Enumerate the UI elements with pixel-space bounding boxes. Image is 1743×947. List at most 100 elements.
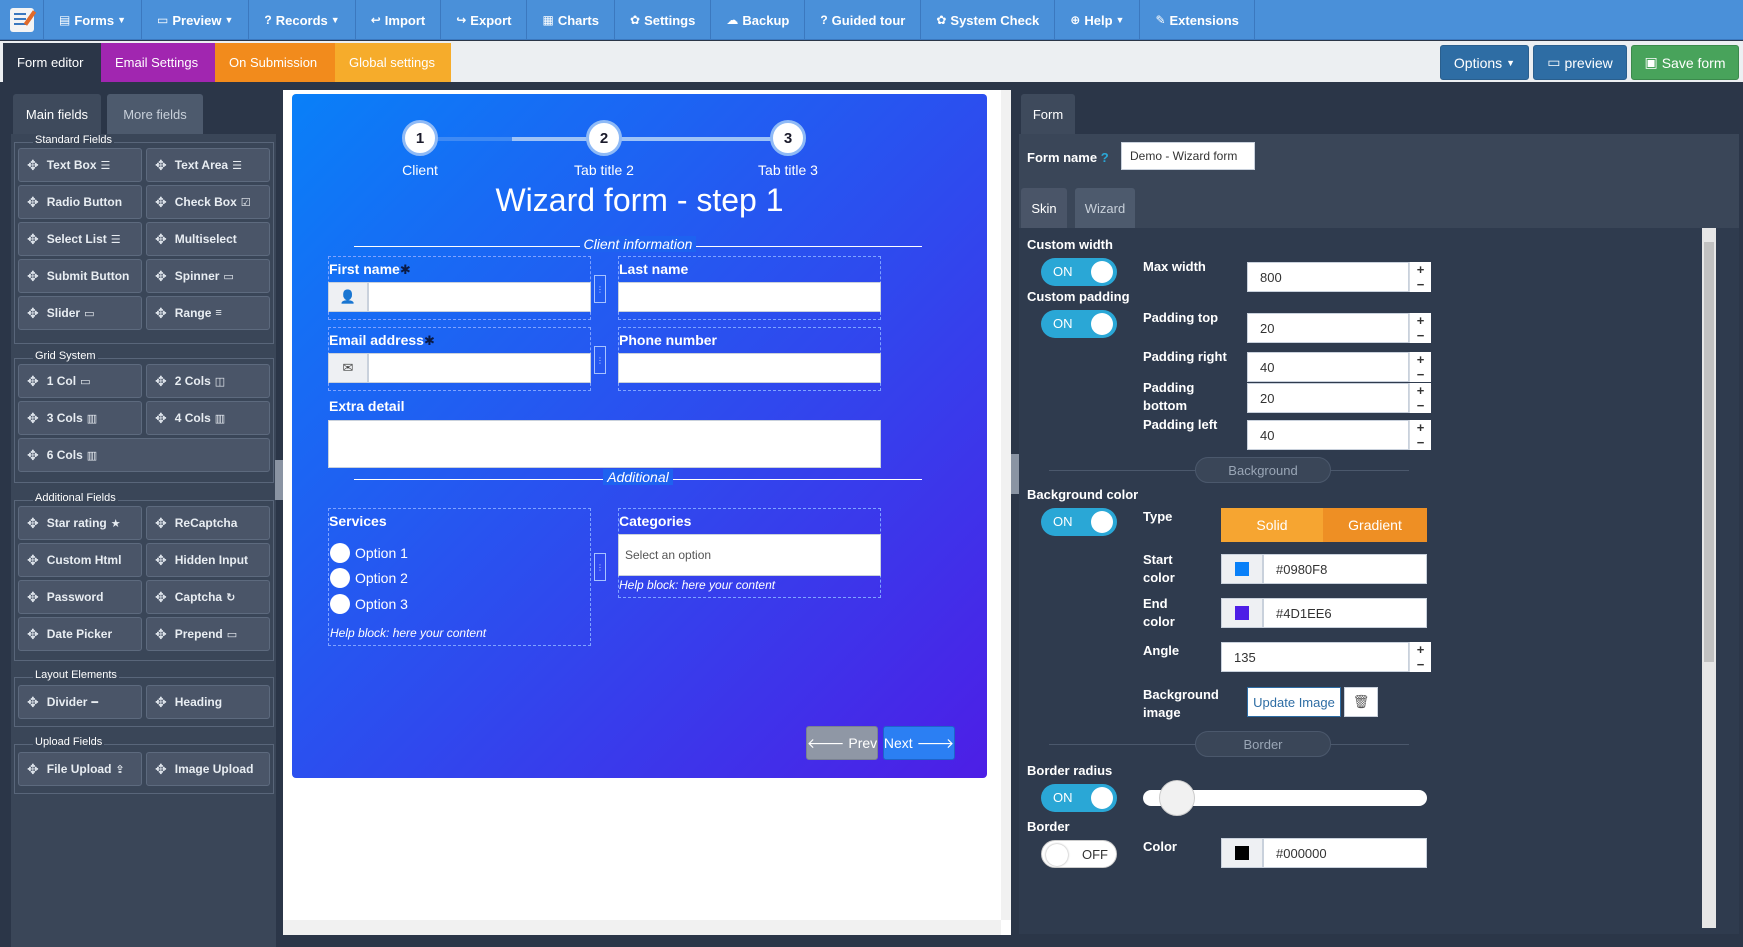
- field-image-upload[interactable]: ✥ Image Upload: [146, 752, 270, 786]
- nav-records[interactable]: ? Records ▼: [249, 0, 356, 40]
- field-text-area[interactable]: ✥ Text Area ☰: [146, 148, 270, 182]
- tab-form-editor[interactable]: Form editor: [3, 43, 101, 82]
- preview-button[interactable]: ▭ preview: [1533, 45, 1627, 80]
- first-name-input[interactable]: [368, 282, 591, 312]
- nav-guided-tour[interactable]: ? Guided tour: [805, 0, 922, 40]
- extra-detail-textarea[interactable]: [328, 420, 881, 468]
- options-button[interactable]: Options ▼: [1440, 45, 1529, 80]
- field-text-box[interactable]: ✥ Text Box ☰: [18, 148, 142, 182]
- custom-padding-toggle[interactable]: ON: [1041, 310, 1117, 338]
- nav-import[interactable]: ↩ Import: [356, 0, 442, 40]
- field-hidden-input[interactable]: ✥ Hidden Input: [146, 543, 270, 577]
- nav-preview[interactable]: ▭ Preview ▼: [142, 0, 250, 40]
- update-image-button[interactable]: Update Image: [1247, 687, 1341, 717]
- collapse-right-handle[interactable]: [1011, 454, 1019, 494]
- field-range[interactable]: ✥ Range ≡: [146, 296, 270, 330]
- tab-more-fields[interactable]: More fields: [107, 94, 203, 134]
- field-heading[interactable]: ✥ Heading: [146, 685, 270, 719]
- collapse-left-handle[interactable]: [275, 460, 283, 500]
- field-file-upload[interactable]: ✥ File Upload ⇪: [18, 752, 142, 786]
- tab-form[interactable]: Form: [1021, 94, 1075, 134]
- padding-bottom-input[interactable]: 20: [1247, 383, 1409, 413]
- border-color-swatch[interactable]: [1221, 838, 1263, 868]
- phone-input[interactable]: [618, 353, 881, 383]
- radio-option-1[interactable]: Option 1: [330, 543, 408, 563]
- categories-select[interactable]: Select an option: [618, 534, 881, 576]
- wizard-step-2[interactable]: 2 Tab title 2: [544, 120, 664, 178]
- tab-global-settings[interactable]: Global settings: [335, 43, 451, 82]
- padding-bottom-spinner[interactable]: + −: [1409, 383, 1431, 413]
- field-select-list[interactable]: ✥ Select List ☰: [18, 222, 142, 256]
- field-radio-button[interactable]: ✥ Radio Button: [18, 185, 142, 219]
- angle-spinner[interactable]: + −: [1409, 642, 1431, 672]
- field-password[interactable]: ✥ Password: [18, 580, 142, 614]
- field-slider[interactable]: ✥ Slider ▭: [18, 296, 142, 330]
- field-date-picker[interactable]: ✥ Date Picker: [18, 617, 142, 651]
- tab-skin[interactable]: Skin: [1021, 188, 1067, 228]
- canvas-horizontal-scrollbar[interactable]: [283, 920, 1001, 935]
- end-color-input[interactable]: #4D1EE6: [1263, 598, 1427, 628]
- nav-charts[interactable]: ▦ Charts: [527, 0, 615, 40]
- max-width-input[interactable]: 800: [1247, 262, 1409, 292]
- canvas-vertical-scrollbar[interactable]: [1001, 90, 1011, 920]
- type-gradient-button[interactable]: Gradient: [1323, 508, 1427, 542]
- field-3-cols[interactable]: ✥ 3 Cols ▥: [18, 401, 142, 435]
- form-name-input[interactable]: Demo - Wizard form: [1121, 142, 1255, 170]
- radio-option-2[interactable]: Option 2: [330, 568, 408, 588]
- app-logo[interactable]: [0, 0, 44, 40]
- column-resize-handle[interactable]: ⋮: [594, 275, 606, 303]
- start-color-input[interactable]: #0980F8: [1263, 554, 1427, 584]
- field-divider[interactable]: ✥ Divider ━: [18, 685, 142, 719]
- field-spinner[interactable]: ✥ Spinner ▭: [146, 259, 270, 293]
- field-custom-html[interactable]: ✥ Custom Html: [18, 543, 142, 577]
- field-multiselect[interactable]: ✥ Multiselect: [146, 222, 270, 256]
- next-button[interactable]: Next 🡒: [883, 726, 955, 760]
- end-color-swatch[interactable]: [1221, 598, 1263, 628]
- background-color-toggle[interactable]: ON: [1041, 508, 1117, 536]
- field-submit-button[interactable]: ✥ Submit Button: [18, 259, 142, 293]
- nav-extensions[interactable]: ✎ Extensions: [1140, 0, 1255, 40]
- nav-system-check[interactable]: ✿ System Check: [921, 0, 1056, 40]
- field-check-box[interactable]: ✥ Check Box ☑: [146, 185, 270, 219]
- field-6-cols[interactable]: ✥ 6 Cols ▥: [18, 438, 270, 472]
- nav-forms[interactable]: ▤ Forms ▼: [44, 0, 142, 40]
- wizard-step-1[interactable]: 1 Client: [360, 120, 480, 178]
- padding-left-spinner[interactable]: + −: [1409, 420, 1431, 450]
- field-1-col[interactable]: ✥ 1 Col ▭: [18, 364, 142, 398]
- wizard-step-3[interactable]: 3 Tab title 3: [728, 120, 848, 178]
- nav-backup[interactable]: ☁ Backup: [711, 0, 806, 40]
- column-resize-handle[interactable]: ⋮: [594, 553, 606, 581]
- border-color-input[interactable]: #000000: [1263, 838, 1427, 868]
- type-solid-button[interactable]: Solid: [1221, 508, 1323, 542]
- tab-wizard[interactable]: Wizard: [1075, 188, 1135, 228]
- field-captcha[interactable]: ✥ Captcha ↻: [146, 580, 270, 614]
- slider-handle[interactable]: [1159, 780, 1195, 816]
- column-resize-handle[interactable]: ⋮: [594, 346, 606, 374]
- tab-on-submission[interactable]: On Submission: [215, 43, 335, 82]
- padding-right-spinner[interactable]: + −: [1409, 352, 1431, 382]
- email-input[interactable]: [368, 353, 591, 383]
- padding-top-spinner[interactable]: + −: [1409, 313, 1431, 343]
- field-prepend[interactable]: ✥ Prepend ▭: [146, 617, 270, 651]
- scrollbar-thumb[interactable]: [1704, 242, 1714, 662]
- tab-email-settings[interactable]: Email Settings: [101, 43, 215, 82]
- padding-left-input[interactable]: 40: [1247, 420, 1409, 450]
- settings-scrollbar[interactable]: [1702, 228, 1716, 928]
- nav-help[interactable]: ⊕ Help ▼: [1055, 0, 1141, 40]
- field-recaptcha[interactable]: ✥ ReCaptcha: [146, 506, 270, 540]
- padding-right-input[interactable]: 40: [1247, 352, 1409, 382]
- custom-width-toggle[interactable]: ON: [1041, 258, 1117, 286]
- field-star-rating[interactable]: ✥ Star rating ★: [18, 506, 142, 540]
- radio-option-3[interactable]: Option 3: [330, 594, 408, 614]
- prev-button[interactable]: 🡐 Prev: [806, 726, 878, 760]
- max-width-spinner[interactable]: + −: [1409, 262, 1431, 292]
- field-4-cols[interactable]: ✥ 4 Cols ▥: [146, 401, 270, 435]
- nav-export[interactable]: ↪ Export: [441, 0, 528, 40]
- last-name-input[interactable]: [618, 282, 881, 312]
- trash-icon[interactable]: 🗑: [1344, 687, 1378, 717]
- save-form-button[interactable]: ▣ Save form: [1631, 45, 1739, 80]
- border-radius-toggle[interactable]: ON: [1041, 784, 1117, 812]
- padding-top-input[interactable]: 20: [1247, 313, 1409, 343]
- start-color-swatch[interactable]: [1221, 554, 1263, 584]
- field-2-cols[interactable]: ✥ 2 Cols ◫: [146, 364, 270, 398]
